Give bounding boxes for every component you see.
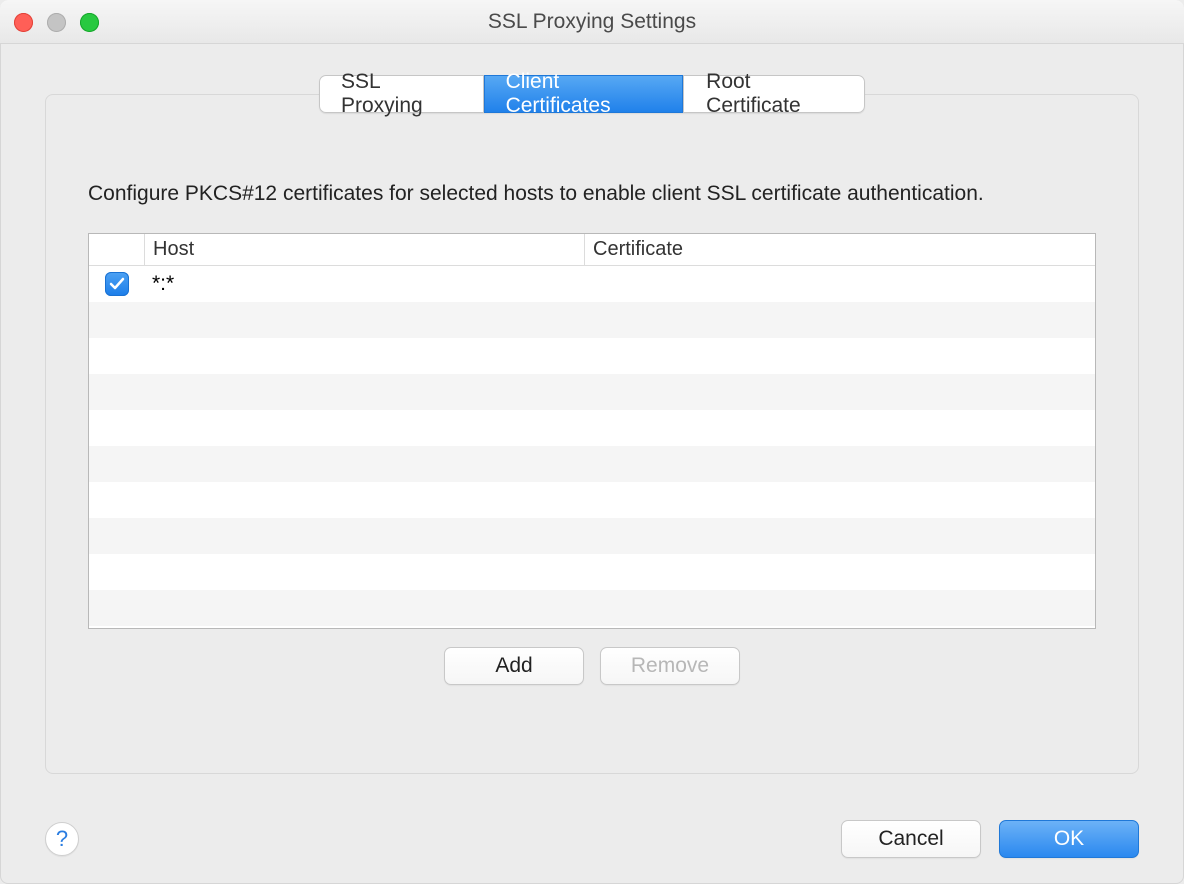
table-header: Host Certificate [89, 234, 1095, 266]
titlebar: SSL Proxying Settings [0, 0, 1184, 44]
tab-root-certificate[interactable]: Root Certificate [684, 75, 865, 113]
table-row [89, 518, 1095, 554]
minimize-window-icon [47, 13, 66, 32]
cancel-button[interactable]: Cancel [841, 820, 981, 858]
column-enabled[interactable] [89, 234, 144, 265]
ok-button[interactable]: OK [999, 820, 1139, 858]
table-actions: Add Remove [46, 629, 1138, 685]
column-certificate[interactable]: Certificate [584, 234, 1095, 265]
tab-group: SSL Proxying Client Certificates Root Ce… [319, 75, 865, 113]
table-row [89, 302, 1095, 338]
table-row[interactable]: *:* [89, 266, 1095, 302]
remove-button[interactable]: Remove [600, 647, 740, 685]
add-button[interactable]: Add [444, 647, 584, 685]
dialog-footer: ? Cancel OK [45, 820, 1139, 858]
content-area: SSL Proxying Client Certificates Root Ce… [0, 44, 1184, 884]
table-body: *:* [89, 266, 1095, 626]
tab-client-certificates[interactable]: Client Certificates [484, 75, 685, 113]
checkmark-icon [109, 276, 125, 292]
help-button[interactable]: ? [45, 822, 79, 856]
table-row [89, 590, 1095, 626]
enabled-checkbox[interactable] [105, 272, 129, 296]
table-row [89, 374, 1095, 410]
row-enabled-cell [89, 272, 144, 296]
column-host[interactable]: Host [144, 234, 584, 265]
tab-ssl-proxying[interactable]: SSL Proxying [319, 75, 484, 113]
certificates-table: Host Certificate *:* [88, 233, 1096, 629]
zoom-window-icon[interactable] [80, 13, 99, 32]
table-row [89, 482, 1095, 518]
row-host-cell: *:* [144, 272, 584, 296]
traffic-lights [14, 13, 99, 32]
close-window-icon[interactable] [14, 13, 33, 32]
table-row [89, 446, 1095, 482]
table-row [89, 338, 1095, 374]
table-row [89, 554, 1095, 590]
help-icon: ? [56, 826, 68, 852]
settings-panel: SSL Proxying Client Certificates Root Ce… [45, 94, 1139, 774]
window-title: SSL Proxying Settings [488, 10, 696, 34]
table-row [89, 410, 1095, 446]
dialog-window: SSL Proxying Settings SSL Proxying Clien… [0, 0, 1184, 884]
